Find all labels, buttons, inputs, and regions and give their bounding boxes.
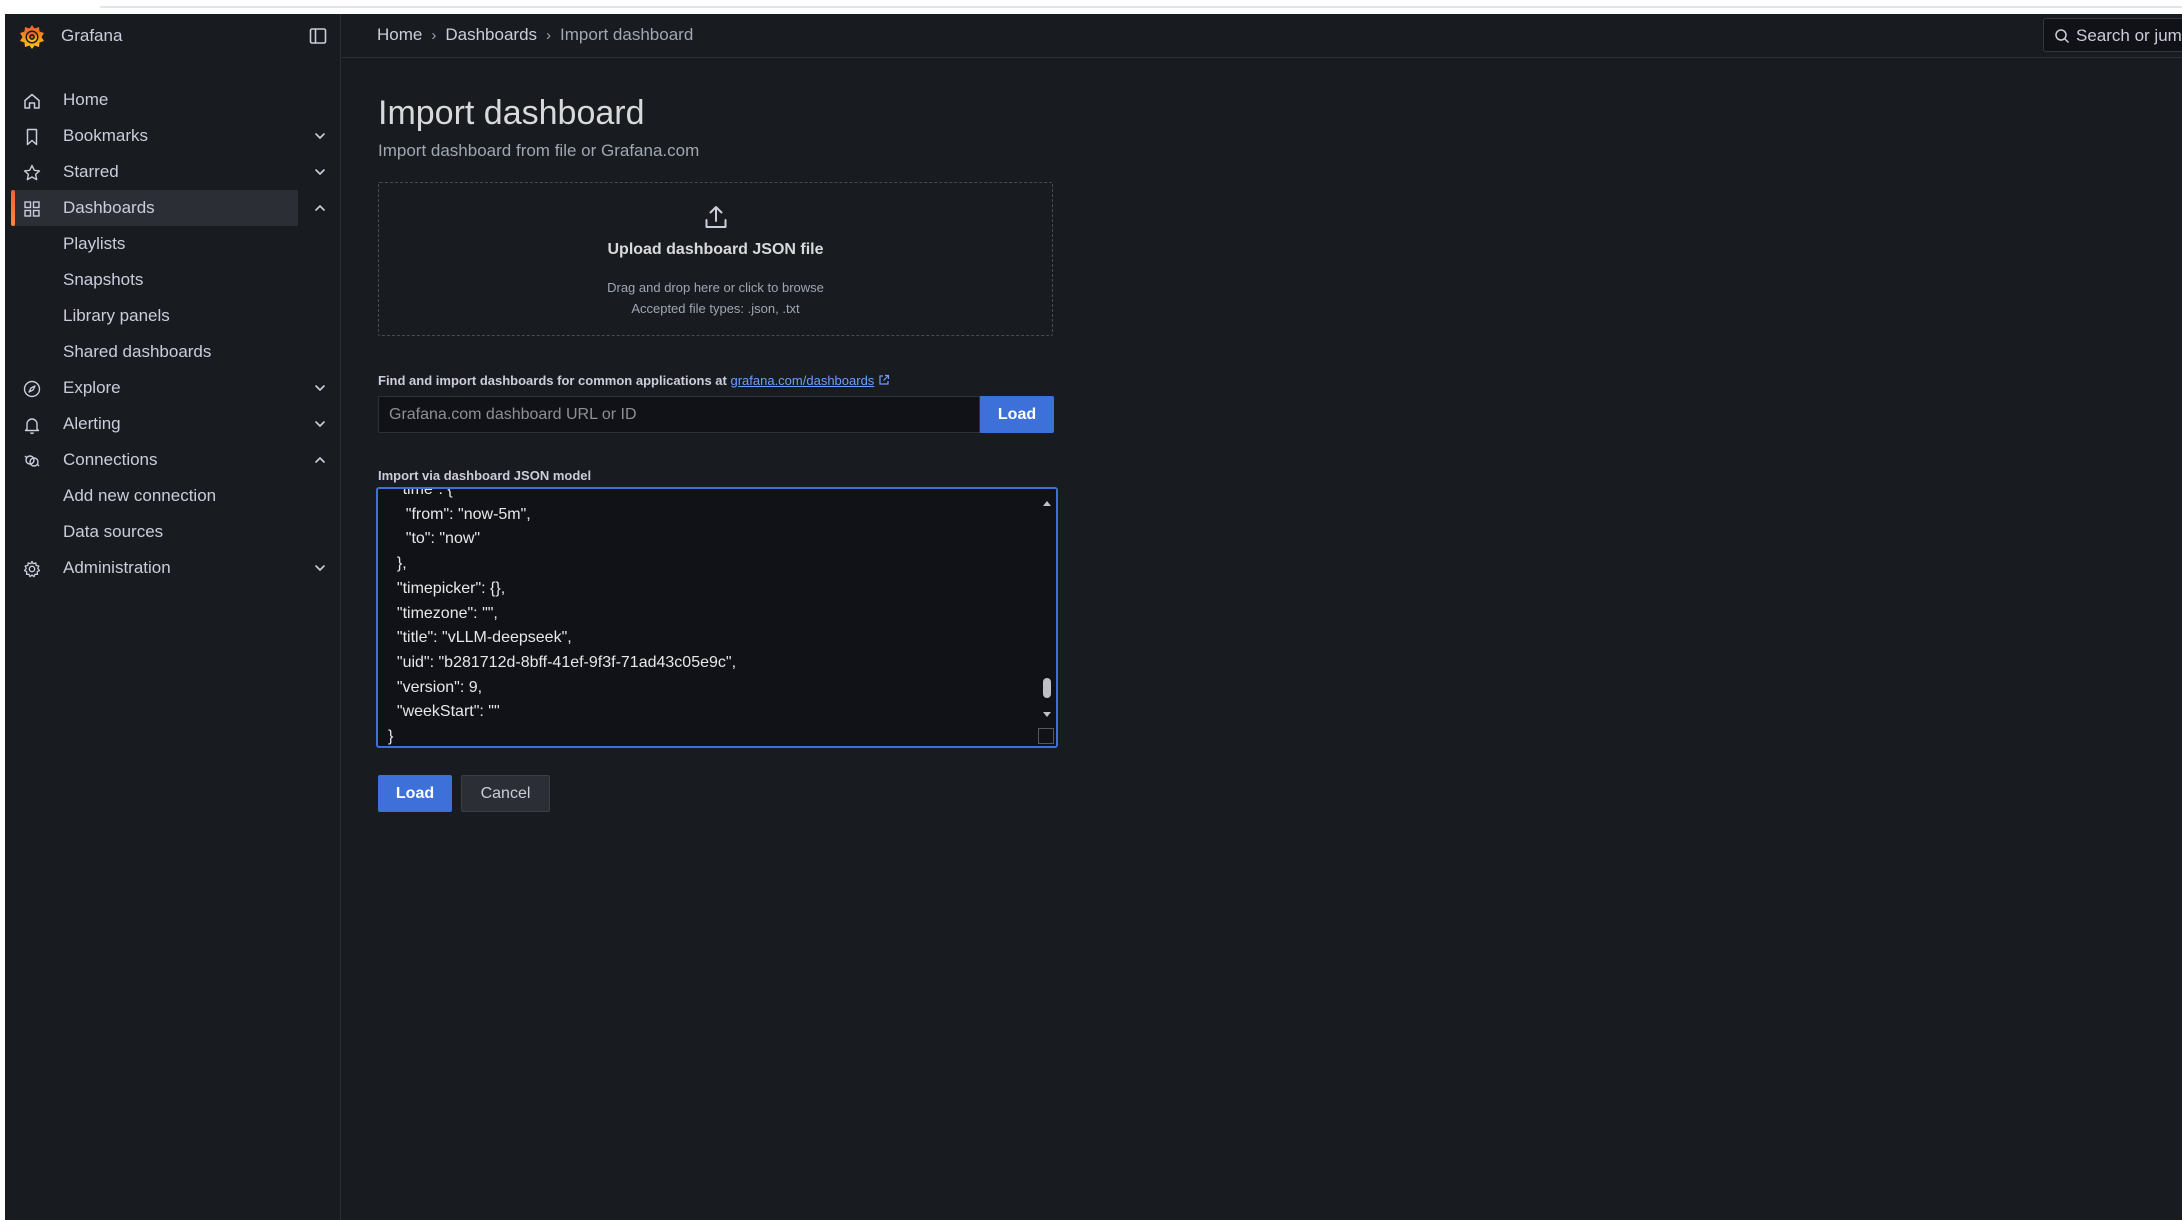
- bell-icon: [24, 418, 40, 435]
- upload-dropzone[interactable]: Upload dashboard JSON file Drag and drop…: [378, 182, 1053, 336]
- upload-title: Upload dashboard JSON file: [607, 241, 824, 258]
- json-model-label: Import via dashboard JSON model: [378, 468, 592, 483]
- grafana-com-load-button[interactable]: Load: [980, 396, 1054, 433]
- sidebar-item-label: Home: [63, 90, 109, 109]
- cog-icon: [23, 560, 41, 578]
- grafana-com-label-text: Find and import dashboards for common ap…: [378, 373, 731, 388]
- sidebar-item-label: Connections: [63, 450, 158, 469]
- sidebar-item-label: Administration: [63, 558, 171, 577]
- chevron-down-icon[interactable]: [313, 381, 327, 395]
- json-scrollbar[interactable]: [1038, 489, 1056, 746]
- sidebar-item-library-panels[interactable]: Library panels: [5, 298, 341, 334]
- sidebar-item-label: Dashboards: [63, 198, 155, 217]
- breadcrumb-current: Import dashboard: [560, 25, 694, 44]
- sidebar-item-shared-dashboards[interactable]: Shared dashboards: [5, 334, 341, 370]
- main-content: Import dashboard Import dashboard from f…: [342, 59, 2182, 1220]
- breadcrumb-dashboards[interactable]: Dashboards: [445, 25, 537, 45]
- chevron-down-icon[interactable]: [313, 561, 327, 575]
- star-icon: [23, 164, 41, 181]
- sidebar-item-home[interactable]: Home: [5, 82, 341, 118]
- breadcrumb-home[interactable]: Home: [377, 25, 422, 45]
- compass-icon: [23, 380, 41, 398]
- dock-menu-icon[interactable]: [308, 26, 328, 46]
- sidebar-item-alerting[interactable]: Alerting: [5, 406, 341, 442]
- breadcrumb-separator-icon: ›: [546, 26, 552, 44]
- search-placeholder: Search or jump to...: [2076, 26, 2182, 45]
- active-indicator: [11, 190, 15, 226]
- sidebar-item-label: Library panels: [63, 306, 170, 325]
- grafana-app: Grafana Home Bookmarks Starred Dashboards Pl…: [5, 14, 2182, 1220]
- upload-icon: [705, 206, 727, 228]
- scroll-up-arrow-icon[interactable]: [1042, 499, 1052, 507]
- scroll-thumb[interactable]: [1043, 678, 1051, 698]
- sidebar-item-snapshots[interactable]: Snapshots: [5, 262, 341, 298]
- resize-handle-icon[interactable]: [1038, 728, 1054, 744]
- chevron-up-icon[interactable]: [313, 453, 327, 467]
- bookmark-icon: [26, 128, 38, 146]
- sidebar-item-connections[interactable]: Connections: [5, 442, 341, 478]
- sidebar-item-label: Add new connection: [63, 486, 217, 505]
- scroll-down-arrow-icon[interactable]: [1042, 711, 1052, 719]
- page-subtitle: Import dashboard from file or Grafana.co…: [378, 141, 700, 160]
- sidebar-item-label: Shared dashboards: [63, 342, 212, 361]
- json-model-content[interactable]: "time": { "from": "now-5m", "to": "now" …: [388, 489, 1028, 746]
- apps-icon: [24, 201, 40, 217]
- sidebar-item-label: Bookmarks: [63, 126, 149, 145]
- sidebar-item-administration[interactable]: Administration: [5, 550, 341, 586]
- browser-top-strip: [0, 0, 2182, 14]
- brand-name: Grafana: [61, 26, 123, 45]
- upload-file-types: Accepted file types: .json, .txt: [631, 301, 800, 316]
- sidebar-item-label: Data sources: [63, 522, 164, 541]
- sidebar-item-playlists[interactable]: Playlists: [5, 226, 341, 262]
- breadcrumb-separator-icon: ›: [431, 26, 437, 44]
- search-bar[interactable]: Search or jump to...: [2043, 18, 2182, 52]
- load-button[interactable]: Load: [378, 775, 452, 812]
- brand: Grafana: [5, 14, 341, 58]
- grafana-logo-icon[interactable]: [19, 24, 45, 50]
- chevron-down-icon[interactable]: [313, 129, 327, 143]
- sidebar-item-add-new-connection[interactable]: Add new connection: [5, 478, 341, 514]
- link-icon: [24, 455, 40, 467]
- search-icon: [2055, 29, 2070, 44]
- sidebar-item-dashboards[interactable]: Dashboards: [5, 190, 341, 226]
- chevron-down-icon[interactable]: [313, 417, 327, 431]
- upload-hint: Drag and drop here or click to browse: [607, 280, 824, 295]
- sidebar: Grafana Home Bookmarks Starred Dashboards Pl…: [5, 14, 341, 1220]
- sidebar-item-bookmarks[interactable]: Bookmarks: [5, 118, 341, 154]
- grafana-com-url-input[interactable]: [378, 396, 980, 433]
- grafana-com-label: Find and import dashboards for common ap…: [378, 373, 890, 388]
- sidebar-item-label: Starred: [63, 162, 119, 181]
- json-model-textarea[interactable]: "time": { "from": "now-5m", "to": "now" …: [376, 487, 1058, 748]
- sidebar-item-label: Alerting: [63, 414, 121, 433]
- sidebar-item-label: Snapshots: [63, 270, 144, 289]
- sidebar-item-label: Explore: [63, 378, 121, 397]
- page-title: Import dashboard: [378, 94, 645, 132]
- chevron-down-icon[interactable]: [313, 165, 327, 179]
- sidebar-item-label: Playlists: [63, 234, 126, 253]
- sidebar-item-explore[interactable]: Explore: [5, 370, 341, 406]
- breadcrumb: Home › Dashboards › Import dashboard: [377, 25, 693, 45]
- sidebar-item-starred[interactable]: Starred: [5, 154, 341, 190]
- sidebar-item-data-sources[interactable]: Data sources: [5, 514, 341, 550]
- external-link-icon[interactable]: [878, 374, 890, 386]
- grafana-com-link[interactable]: grafana.com/dashboards: [730, 373, 874, 388]
- sidebar-nav: Home Bookmarks Starred Dashboards Playlists S…: [5, 82, 341, 586]
- home-icon: [24, 93, 40, 109]
- top-bar: Home › Dashboards › Import dashboard Sea…: [342, 14, 2182, 58]
- cancel-button[interactable]: Cancel: [461, 775, 550, 812]
- chevron-up-icon[interactable]: [313, 201, 327, 215]
